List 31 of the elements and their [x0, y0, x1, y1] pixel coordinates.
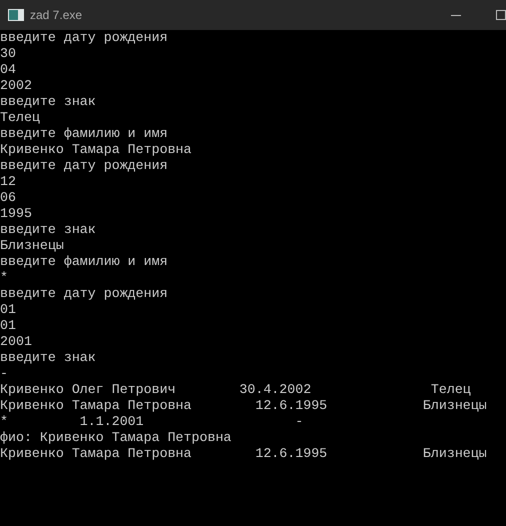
console-line: Кривенко Тамара Петровна 12.6.1995 Близнецы: [0, 398, 487, 414]
console-window-icon: [8, 9, 24, 21]
console-line: Кривенко Тамара Петровна: [0, 142, 192, 158]
console-line: * 1.1.2001 -: [0, 414, 304, 430]
console-line: введите фамилию и имя: [0, 126, 168, 142]
console-line: введите дату рождения: [0, 158, 168, 174]
console-line: 30: [0, 46, 16, 62]
console-line: введите дату рождения: [0, 30, 168, 46]
console-line: 1995: [0, 206, 32, 222]
console-line: Кривенко Олег Петрович 30.4.2002 Телец: [0, 382, 471, 398]
console-line: 01: [0, 302, 16, 318]
minimize-icon: [451, 14, 461, 16]
console-line: 2001: [0, 334, 32, 350]
console-line: введите дату рождения: [0, 286, 168, 302]
console-line: введите знак: [0, 222, 96, 238]
console-line: Близнецы: [0, 238, 64, 254]
console-line: введите знак: [0, 94, 96, 110]
console-line: Кривенко Тамара Петровна 12.6.1995 Близнецы: [0, 446, 487, 462]
console-line: 04: [0, 62, 16, 78]
console-line: -: [0, 366, 8, 382]
window-title: zad 7.exe: [30, 7, 82, 24]
console-line: 06: [0, 190, 16, 206]
console-line: 01: [0, 318, 16, 334]
console-line: введите фамилию и имя: [0, 254, 168, 270]
maximize-icon: [496, 10, 506, 20]
console-line: Телец: [0, 110, 40, 126]
console-line: 12: [0, 174, 16, 190]
console-line: *: [0, 270, 8, 286]
console-line: 2002: [0, 78, 32, 94]
console-line: введите знак: [0, 350, 96, 366]
console-line: фио: Кривенко Тамара Петровна: [0, 430, 232, 446]
